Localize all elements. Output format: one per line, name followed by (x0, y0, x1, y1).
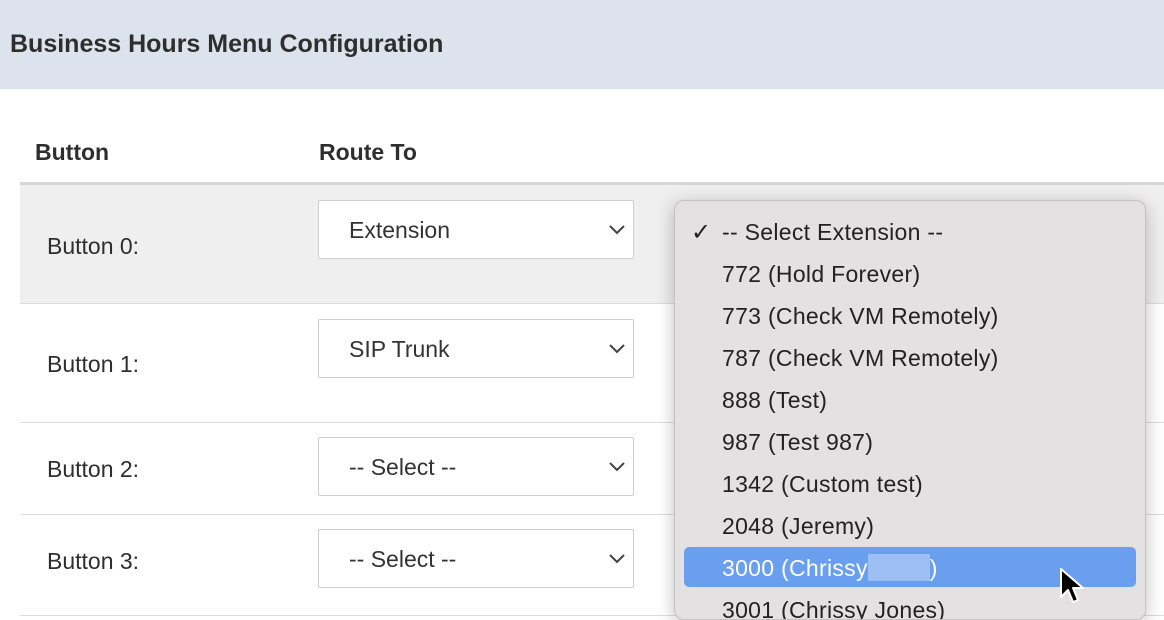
route-select-value: Extension (349, 217, 451, 243)
route-select-value: -- Select -- (349, 546, 457, 572)
mouse-pointer-icon (1060, 568, 1084, 603)
page-title: Business Hours Menu Configuration (10, 30, 444, 58)
route-select[interactable]: -- Select -- (318, 437, 634, 496)
route-select[interactable]: Extension (318, 200, 634, 259)
route-select[interactable]: SIP Trunk (318, 319, 634, 378)
checkmark-icon: ✓ (691, 219, 712, 246)
row-label: Button 3: (47, 548, 140, 574)
dropdown-option[interactable]: 772 (Hold Forever) (675, 254, 1145, 294)
row-label: Button 2: (47, 456, 140, 482)
extension-dropdown-menu[interactable]: ✓ -- Select Extension -- 772 (Hold Forev… (674, 200, 1146, 620)
dropdown-option[interactable]: 888 (Test) (675, 380, 1145, 420)
row-label: Button 0: (47, 233, 140, 259)
row-label: Button 1: (47, 351, 140, 377)
dropdown-option-select-extension[interactable]: ✓ -- Select Extension -- (675, 212, 1145, 252)
column-header-button: Button (35, 139, 110, 165)
dropdown-option[interactable]: 2048 (Jeremy) (675, 506, 1145, 546)
chevron-down-icon (609, 554, 625, 564)
route-select[interactable]: -- Select -- (318, 529, 634, 588)
chevron-down-icon (609, 344, 625, 354)
route-select-value: -- Select -- (349, 454, 457, 480)
dropdown-option[interactable]: 1342 (Custom test) (675, 464, 1145, 504)
page-header: Business Hours Menu Configuration (0, 0, 1164, 89)
column-header-route-to: Route To (319, 139, 417, 165)
route-select-value: SIP Trunk (349, 336, 450, 362)
dropdown-option[interactable]: 773 (Check VM Remotely) (675, 296, 1145, 336)
dropdown-option[interactable]: 987 (Test 987) (675, 422, 1145, 462)
chevron-down-icon (609, 462, 625, 472)
redaction-block (867, 554, 930, 581)
chevron-down-icon (609, 225, 625, 235)
dropdown-option[interactable]: 787 (Check VM Remotely) (675, 338, 1145, 378)
